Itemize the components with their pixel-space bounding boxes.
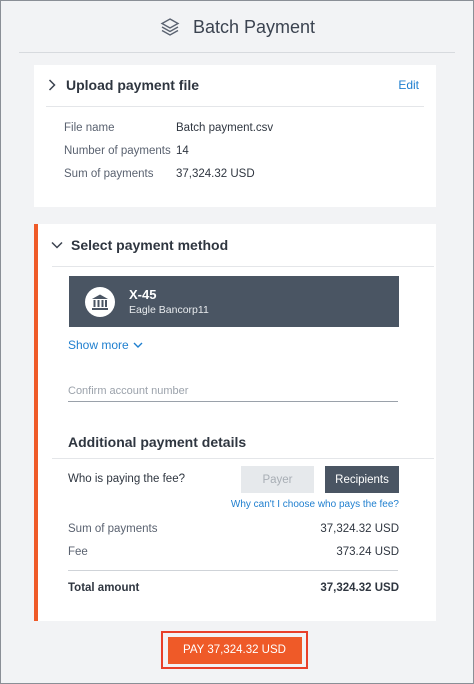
divider	[46, 106, 424, 107]
file-name-value: Batch payment.csv	[176, 122, 274, 134]
show-more-link[interactable]: Show more	[68, 338, 143, 352]
sum-of-payments-label: Sum of payments	[68, 523, 158, 535]
page-title: Batch Payment	[192, 16, 316, 37]
fee-label: Fee	[68, 546, 88, 558]
file-name-label: File name	[64, 122, 115, 134]
batch-payment-panel: Batch Payment Upload payment file Edit F…	[0, 0, 474, 684]
selected-account[interactable]: X-45 Eagle Bancorp11	[69, 276, 399, 327]
number-of-payments-label: Number of payments	[64, 145, 171, 157]
bank-name: Eagle Bancorp11	[129, 304, 209, 316]
bank-icon	[85, 286, 115, 317]
fee-info-link[interactable]: Why can't I choose who pays the fee?	[231, 499, 399, 510]
header: Batch Payment	[1, 1, 473, 53]
divider	[19, 52, 455, 53]
pay-button[interactable]: PAY 37,324.32 USD	[167, 636, 302, 664]
layers-icon	[160, 18, 180, 36]
payer-button[interactable]: Payer	[241, 466, 314, 493]
sum-of-payments-value: 37,324.32 USD	[320, 523, 399, 535]
chevron-down-icon	[51, 241, 63, 249]
recipients-button[interactable]: Recipients	[325, 466, 399, 493]
fee-question-label: Who is paying the fee?	[68, 473, 185, 485]
pay-button-highlight: PAY 37,324.32 USD	[161, 631, 308, 669]
number-of-payments-value: 14	[176, 145, 189, 157]
account-name: X-45	[129, 287, 157, 302]
sum-of-payments-value: 37,324.32 USD	[176, 168, 255, 180]
total-amount-value: 37,324.32 USD	[320, 582, 399, 594]
show-more-label: Show more	[68, 338, 129, 352]
total-amount-label: Total amount	[68, 582, 140, 594]
sum-of-payments-label: Sum of payments	[64, 168, 154, 180]
confirm-account-input[interactable]	[68, 380, 398, 402]
payment-method-title: Select payment method	[71, 237, 229, 253]
divider	[52, 458, 434, 459]
payment-method-header[interactable]: Select payment method	[38, 224, 436, 266]
chevron-down-icon	[133, 342, 143, 348]
upload-card-title: Upload payment file	[66, 77, 200, 93]
edit-link[interactable]: Edit	[398, 78, 419, 92]
fee-value: 373.24 USD	[336, 546, 399, 558]
divider	[52, 266, 434, 267]
payment-method-card: Select payment method X-45 Eagle Bancorp…	[34, 224, 436, 621]
upload-payment-card: Upload payment file Edit File name Batch…	[34, 65, 436, 207]
chevron-right-icon	[48, 79, 56, 91]
additional-details-title: Additional payment details	[68, 434, 247, 450]
divider	[68, 570, 398, 571]
upload-card-header[interactable]: Upload payment file	[34, 65, 436, 105]
